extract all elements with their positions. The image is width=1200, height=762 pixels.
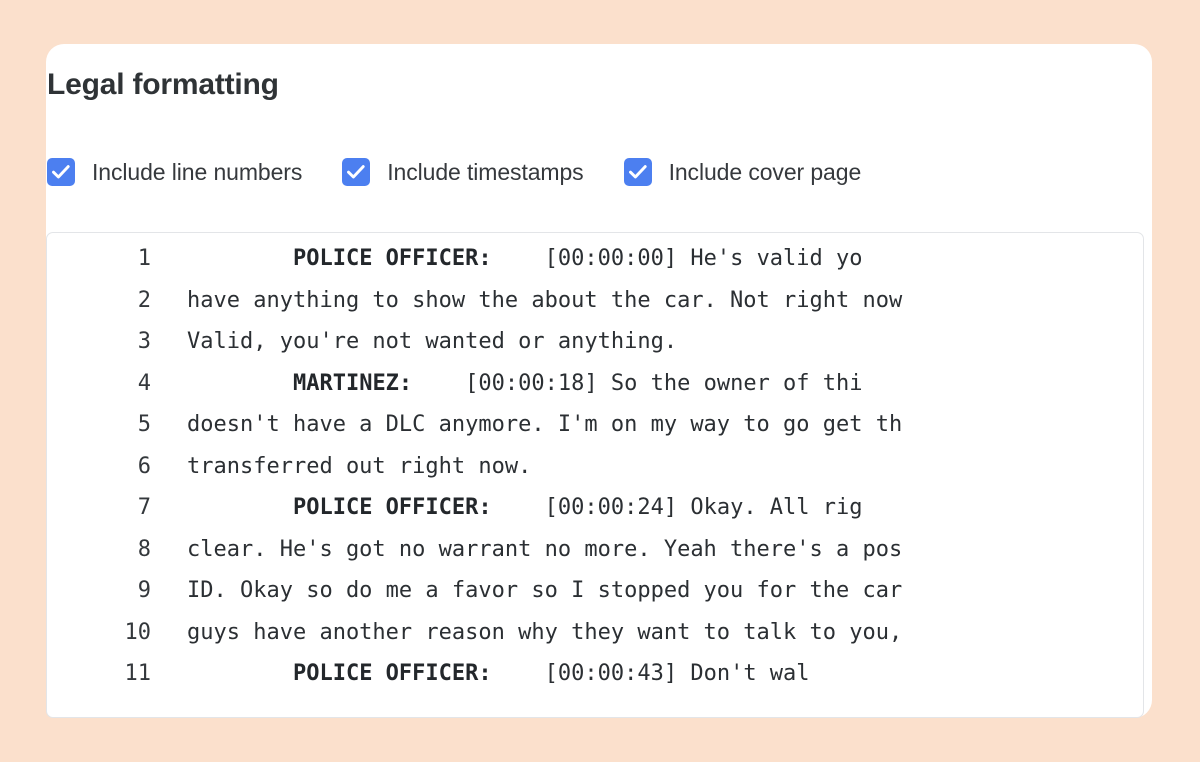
transcript-line: 2 have anything to show the about the car… (47, 288, 1143, 330)
page-title: Legal formatting (47, 68, 279, 102)
transcript-line: 7 POLICE OFFICER: [00:00:24] Okay. All r… (47, 495, 1143, 537)
speaker-indent (187, 246, 293, 271)
option-label: Include line numbers (92, 158, 303, 185)
formatting-options-group: Include line numbers Include timestamps In… (47, 158, 861, 186)
line-text: guys have another reason why they want t… (151, 620, 902, 645)
line-text: MARTINEZ: [00:00:18] So the owner of thi (151, 371, 863, 396)
transcript-line: 6 transferred out right now. (47, 454, 1143, 496)
line-text: Valid, you're not wanted or anything. (151, 329, 677, 354)
speaker-label: POLICE OFFICER: (292, 661, 492, 686)
utterance-text: doesn't have a DLC anymore. I'm on my wa… (187, 412, 903, 437)
transcript-line: 5 doesn't have a DLC anymore. I'm on my w… (47, 412, 1143, 454)
checkmark-icon (628, 165, 647, 179)
speaker-label: MARTINEZ: (292, 370, 413, 396)
timestamp: [00:00:18] (465, 370, 598, 396)
line-number: 9 (137, 578, 151, 603)
utterance-text: have anything to show the about the car.… (187, 287, 903, 313)
speaker-gap (492, 495, 545, 520)
transcript-line: 8 clear. He's got no warrant no more. Yea… (47, 537, 1143, 579)
line-number: 7 (137, 495, 151, 520)
line-number: 4 (137, 370, 151, 396)
speaker-indent (187, 371, 293, 396)
app-frame: Legal formatting Include line numbers Inc… (0, 0, 1200, 762)
line-number: 11 (124, 661, 152, 686)
speaker-label: POLICE OFFICER: (292, 495, 492, 520)
transcript-line: 1 POLICE OFFICER: [00:00:00] He's valid … (47, 246, 1143, 288)
timestamp: [00:00:43] (544, 661, 678, 686)
transcript-line-list: 1 POLICE OFFICER: [00:00:00] He's valid … (47, 246, 1143, 703)
option-include-cover-page[interactable]: Include cover page (623, 158, 862, 186)
speaker-indent (187, 495, 293, 520)
transcript-line: 3 Valid, you're not wanted or anything. (47, 329, 1143, 371)
line-text: clear. He's got no warrant no more. Yeah… (151, 537, 902, 562)
line-text: POLICE OFFICER: [00:00:00] He's valid yo (151, 246, 863, 271)
checkbox-include-timestamps[interactable] (342, 158, 371, 186)
option-include-line-numbers[interactable]: Include line numbers (47, 158, 302, 186)
utterance-text: Okay. All rig (677, 495, 863, 520)
line-number: 8 (137, 536, 151, 562)
checkbox-include-cover-page[interactable] (623, 158, 652, 186)
timestamp: [00:00:24] (544, 495, 678, 520)
transcript-line: 10 guys have another reason why they want… (47, 620, 1143, 662)
line-number: 1 (137, 246, 151, 271)
checkbox-include-line-numbers[interactable] (47, 158, 75, 186)
line-text: ID. Okay so do me a favor so I stopped y… (151, 578, 902, 603)
speaker-gap (492, 246, 545, 271)
line-text: have anything to show the about the car.… (151, 288, 902, 313)
line-number: 3 (137, 329, 151, 354)
utterance-text: clear. He's got no warrant no more. Yeah… (187, 536, 903, 562)
line-text: POLICE OFFICER: [00:00:43] Don't wal (151, 661, 810, 686)
line-text: doesn't have a DLC anymore. I'm on my wa… (151, 412, 902, 437)
speaker-gap (492, 661, 545, 686)
utterance-text: Valid, you're not wanted or anything. (187, 329, 678, 354)
line-number: 5 (137, 412, 151, 437)
line-number: 10 (124, 619, 152, 645)
line-number: 2 (137, 287, 151, 313)
line-number: 6 (137, 453, 151, 479)
speaker-label: POLICE OFFICER: (292, 246, 492, 271)
utterance-text: He's valid yo (677, 246, 863, 271)
utterance-text: Don't wal (677, 661, 810, 686)
checkmark-icon (347, 165, 365, 179)
transcript-preview-box[interactable]: 1 POLICE OFFICER: [00:00:00] He's valid … (46, 232, 1144, 718)
option-label: Include timestamps (387, 158, 584, 185)
transcript-line: 4 MARTINEZ: [00:00:18] So the owner of t… (47, 371, 1143, 413)
utterance-text: ID. Okay so do me a favor so I stopped y… (187, 578, 903, 603)
line-text: transferred out right now. (151, 454, 531, 479)
utterance-text: guys have another reason why they want t… (187, 619, 903, 645)
utterance-text: transferred out right now. (187, 453, 532, 479)
speaker-gap (412, 371, 465, 396)
option-label: Include cover page (668, 158, 862, 185)
transcript-line: 9 ID. Okay so do me a favor so I stopped … (47, 578, 1143, 620)
option-include-timestamps[interactable]: Include timestamps (342, 158, 584, 186)
speaker-indent (187, 661, 293, 686)
transcript-line: 11 POLICE OFFICER: [00:00:43] Don't wal (47, 661, 1143, 703)
checkmark-icon (52, 165, 70, 179)
line-text: POLICE OFFICER: [00:00:24] Okay. All rig (151, 495, 863, 520)
timestamp: [00:00:00] (544, 246, 678, 271)
utterance-text: So the owner of thi (597, 370, 863, 396)
